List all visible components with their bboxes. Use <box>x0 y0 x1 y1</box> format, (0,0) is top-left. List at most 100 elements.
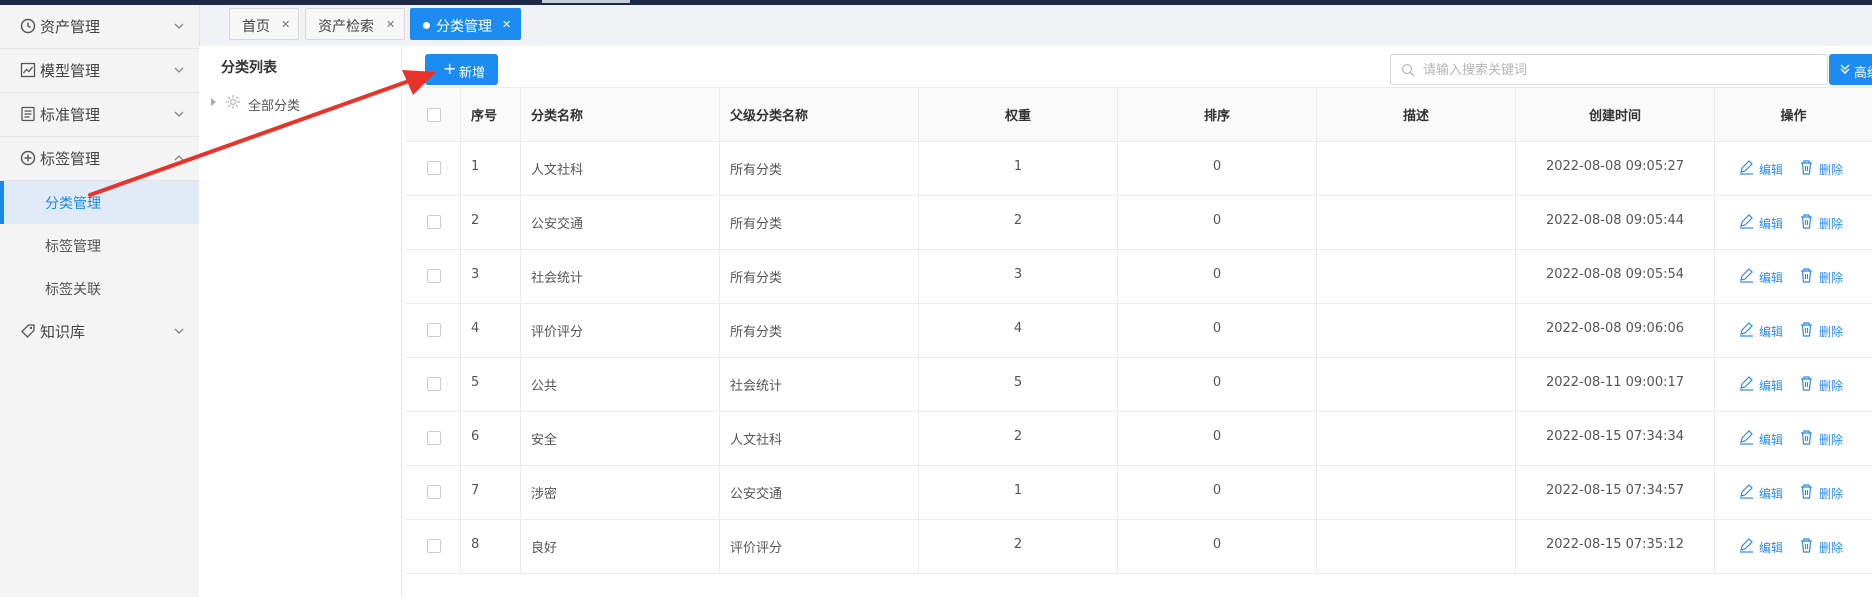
close-icon[interactable]: ✕ <box>281 18 290 31</box>
cell-no: 7 <box>471 483 480 498</box>
table-cell: 编辑 删除 <box>1715 141 1872 195</box>
table-cell <box>406 519 461 573</box>
row-checkbox[interactable] <box>427 269 441 283</box>
table-cell: 人文社科 <box>521 141 720 195</box>
sidebar-group-knowledge[interactable]: 知识库 <box>0 310 199 353</box>
delete-link[interactable]: 删除 <box>1819 431 1843 448</box>
tab-asset-search[interactable]: 资产检索 ✕ <box>305 8 405 40</box>
edit-icon[interactable] <box>1739 321 1754 337</box>
edit-link[interactable]: 编辑 <box>1759 215 1783 232</box>
sidebar-group-tag[interactable]: 标签管理 <box>0 137 199 181</box>
table-cell: 0 <box>1118 357 1317 411</box>
sidebar-item-category-management[interactable]: 分类管理 <box>0 181 199 224</box>
advanced-search-button[interactable]: 高级 <box>1829 54 1872 85</box>
add-button[interactable]: + 新增 <box>425 54 498 85</box>
gear-icon <box>226 95 240 109</box>
table-header-cell: 分类名称 <box>521 88 720 141</box>
column-header-label: 分类名称 <box>531 109 584 124</box>
delete-link[interactable]: 删除 <box>1819 485 1843 502</box>
plus-icon: + <box>443 59 457 78</box>
row-checkbox[interactable] <box>427 485 441 499</box>
double-chevron-down-icon <box>1840 64 1850 74</box>
column-header-label: 创建时间 <box>1588 109 1641 124</box>
search-icon <box>1401 63 1415 77</box>
tab-category-management[interactable]: 分类管理 ✕ <box>410 8 521 40</box>
edit-link[interactable]: 编辑 <box>1759 269 1783 286</box>
chart-icon <box>20 62 36 78</box>
search-box[interactable] <box>1390 54 1828 85</box>
table-cell: 0 <box>1118 519 1317 573</box>
edit-link[interactable]: 编辑 <box>1759 377 1783 394</box>
table-cell: 2022-08-15 07:34:57 <box>1516 465 1715 519</box>
table-cell: 0 <box>1118 465 1317 519</box>
delete-link[interactable]: 删除 <box>1819 539 1843 556</box>
edit-link[interactable]: 编辑 <box>1759 431 1783 448</box>
edit-link[interactable]: 编辑 <box>1759 161 1783 178</box>
edit-icon[interactable] <box>1739 213 1754 229</box>
sidebar-group-asset[interactable]: 资产管理 <box>0 5 199 49</box>
cell-created: 2022-08-15 07:35:12 <box>1545 537 1685 552</box>
row-checkbox[interactable] <box>427 539 441 553</box>
edit-icon[interactable] <box>1739 483 1754 499</box>
cell-parent: 公安交通 <box>730 487 783 502</box>
cell-weight: 2 <box>1013 537 1023 552</box>
trash-icon[interactable] <box>1799 375 1814 391</box>
table-cell: 1 <box>461 141 521 195</box>
add-button-label: 新增 <box>459 66 486 81</box>
edit-icon[interactable] <box>1739 375 1754 391</box>
edit-icon[interactable] <box>1739 429 1754 445</box>
column-header-label: 操作 <box>1780 109 1807 124</box>
trash-icon[interactable] <box>1799 159 1814 175</box>
sidebar-item-label: 标签关联 <box>45 282 101 298</box>
edit-icon[interactable] <box>1739 159 1754 175</box>
table-cell <box>406 141 461 195</box>
delete-link[interactable]: 删除 <box>1819 323 1843 340</box>
trash-icon[interactable] <box>1799 537 1814 553</box>
trash-icon[interactable] <box>1799 213 1814 229</box>
table-cell: 所有分类 <box>720 303 919 357</box>
edit-link[interactable]: 编辑 <box>1759 485 1783 502</box>
delete-link[interactable]: 删除 <box>1819 161 1843 178</box>
sidebar-group-model[interactable]: 模型管理 <box>0 49 199 93</box>
sidebar-group-standard[interactable]: 标准管理 <box>0 93 199 137</box>
trash-icon[interactable] <box>1799 321 1814 337</box>
row-checkbox[interactable] <box>427 377 441 391</box>
cell-order: 0 <box>1212 537 1222 552</box>
sidebar-group-label: 标签管理 <box>40 150 101 168</box>
row-checkbox[interactable] <box>427 431 441 445</box>
sidebar-item-tag-management[interactable]: 标签管理 <box>0 224 199 267</box>
trash-icon[interactable] <box>1799 483 1814 499</box>
delete-link[interactable]: 删除 <box>1819 215 1843 232</box>
close-icon[interactable]: ✕ <box>502 18 511 31</box>
cell-parent: 所有分类 <box>730 163 783 178</box>
edit-icon[interactable] <box>1739 267 1754 283</box>
edit-link[interactable]: 编辑 <box>1759 323 1783 340</box>
row-checkbox[interactable] <box>427 161 441 175</box>
cell-created: 2022-08-08 09:05:44 <box>1545 213 1685 228</box>
search-input[interactable] <box>1421 59 1820 82</box>
chevron-down-icon <box>174 328 184 334</box>
cell-weight: 4 <box>1013 321 1023 336</box>
close-icon[interactable]: ✕ <box>386 18 395 31</box>
delete-link[interactable]: 删除 <box>1819 269 1843 286</box>
sidebar-group-label: 资产管理 <box>40 18 101 36</box>
edit-icon[interactable] <box>1739 537 1754 553</box>
trash-icon[interactable] <box>1799 267 1814 283</box>
cell-no: 5 <box>471 375 480 390</box>
caret-right-icon[interactable] <box>211 98 216 106</box>
trash-icon[interactable] <box>1799 429 1814 445</box>
table-row: 6 安全 人文社科 2 0 2022-08-15 07:34:34 编辑 删除 <box>406 411 1872 466</box>
tag-icon <box>21 324 35 338</box>
row-checkbox[interactable] <box>427 215 441 229</box>
edit-link[interactable]: 编辑 <box>1759 539 1783 556</box>
select-all-checkbox[interactable] <box>427 108 441 122</box>
table-cell <box>1317 357 1516 411</box>
table-cell: 0 <box>1118 141 1317 195</box>
delete-link[interactable]: 删除 <box>1819 377 1843 394</box>
table-row: 3 社会统计 所有分类 3 0 2022-08-08 09:05:54 编辑 删除 <box>406 249 1872 304</box>
row-checkbox[interactable] <box>427 323 441 337</box>
sidebar-item-tag-association[interactable]: 标签关联 <box>0 267 199 310</box>
tab-home[interactable]: 首页 ✕ <box>229 8 299 40</box>
sidebar-group-label: 知识库 <box>40 323 86 341</box>
cell-no: 1 <box>471 159 480 174</box>
